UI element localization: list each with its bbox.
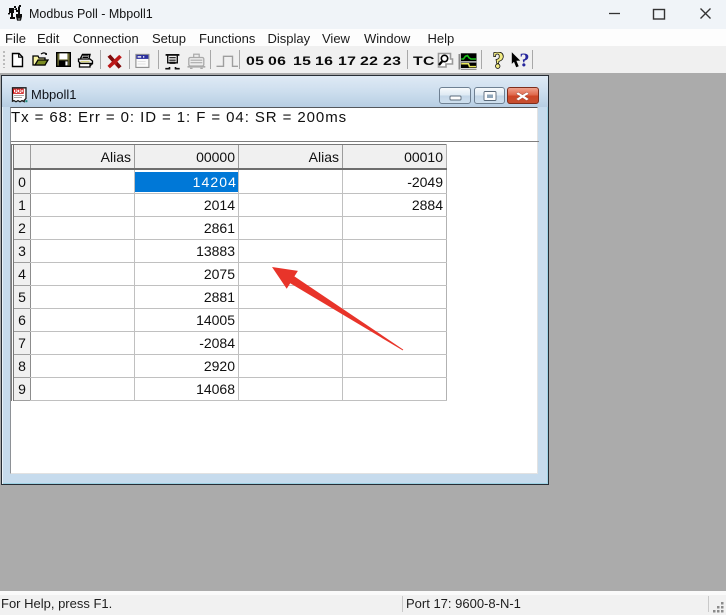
svg-text:DOC: DOC <box>13 89 25 95</box>
svg-text:?: ? <box>520 52 530 70</box>
svg-text:?: ? <box>493 52 505 70</box>
